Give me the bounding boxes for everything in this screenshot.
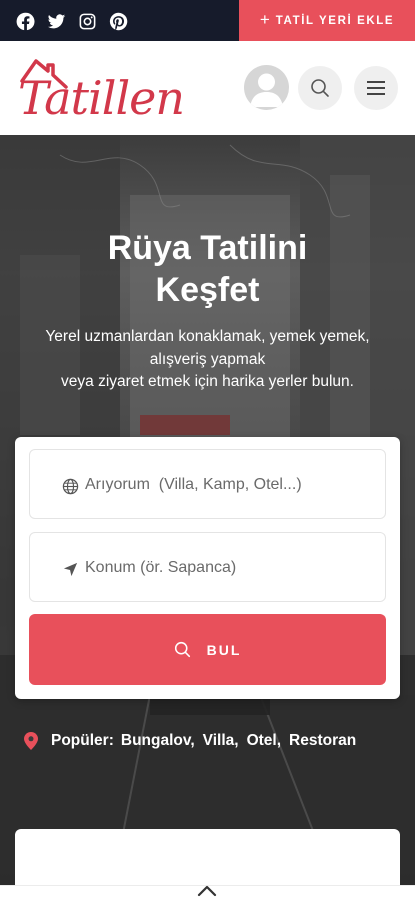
logo-text: Tatillen xyxy=(18,71,185,125)
map-pin-icon xyxy=(24,732,38,750)
pinterest-icon[interactable] xyxy=(107,10,129,32)
hero-title-line-1: Rüya Tatilini xyxy=(107,229,308,267)
popular-tag-bungalov[interactable]: Bungalov, xyxy=(121,732,195,750)
keyword-field[interactable] xyxy=(29,449,386,519)
facebook-icon[interactable] xyxy=(14,10,36,32)
twitter-icon[interactable] xyxy=(45,10,67,32)
site-logo[interactable]: Tatillen xyxy=(14,47,185,129)
add-listing-button[interactable]: + TATİL YERİ EKLE xyxy=(239,0,415,41)
popular-tag-villa[interactable]: Villa, xyxy=(203,732,239,750)
location-arrow-icon xyxy=(63,562,78,577)
location-input[interactable] xyxy=(85,553,375,583)
popular-tag-restoran[interactable]: Restoran xyxy=(289,732,356,750)
hero-subtitle: Yerel uzmanlardan konaklamak, yemek yeme… xyxy=(10,326,405,394)
keyword-input[interactable] xyxy=(85,470,375,500)
hamburger-menu-icon xyxy=(367,81,385,95)
header-search-button[interactable] xyxy=(298,66,342,110)
globe-icon xyxy=(62,478,79,495)
scroll-up-icon[interactable] xyxy=(196,884,218,898)
site-header: Tatillen xyxy=(0,41,415,135)
search-icon xyxy=(311,79,329,97)
top-bar: + TATİL YERİ EKLE xyxy=(0,0,415,41)
popular-tags: Popüler: Bungalov, Villa, Otel, Restoran xyxy=(24,732,364,750)
search-submit-button[interactable]: BUL xyxy=(29,614,386,685)
add-listing-label: TATİL YERİ EKLE xyxy=(275,14,395,27)
hero-subtitle-line-3: veya ziyaret etmek için harika yerler bu… xyxy=(61,373,354,390)
search-submit-label: BUL xyxy=(206,641,242,658)
search-card: BUL xyxy=(15,437,400,699)
hero-section: Rüya Tatilini Keşfet Yerel uzmanlardan k… xyxy=(0,135,415,900)
instagram-icon[interactable] xyxy=(76,10,98,32)
popular-label: Popüler: xyxy=(51,732,114,749)
popular-tag-otel[interactable]: Otel, xyxy=(247,732,281,750)
hero-title-line-2: Keşfet xyxy=(155,271,260,309)
search-icon xyxy=(174,641,190,658)
hero-subtitle-line-2: alışveriş yapmak xyxy=(149,350,266,368)
menu-button[interactable] xyxy=(354,66,398,110)
social-links xyxy=(14,10,129,32)
hero-subtitle-line-1: Yerel uzmanlardan konaklamak, yemek yeme… xyxy=(45,328,370,345)
hero-title: Rüya Tatilini Keşfet xyxy=(0,227,415,311)
plus-icon: + xyxy=(259,9,270,29)
location-field[interactable] xyxy=(29,532,386,602)
user-avatar-icon[interactable] xyxy=(244,65,289,110)
